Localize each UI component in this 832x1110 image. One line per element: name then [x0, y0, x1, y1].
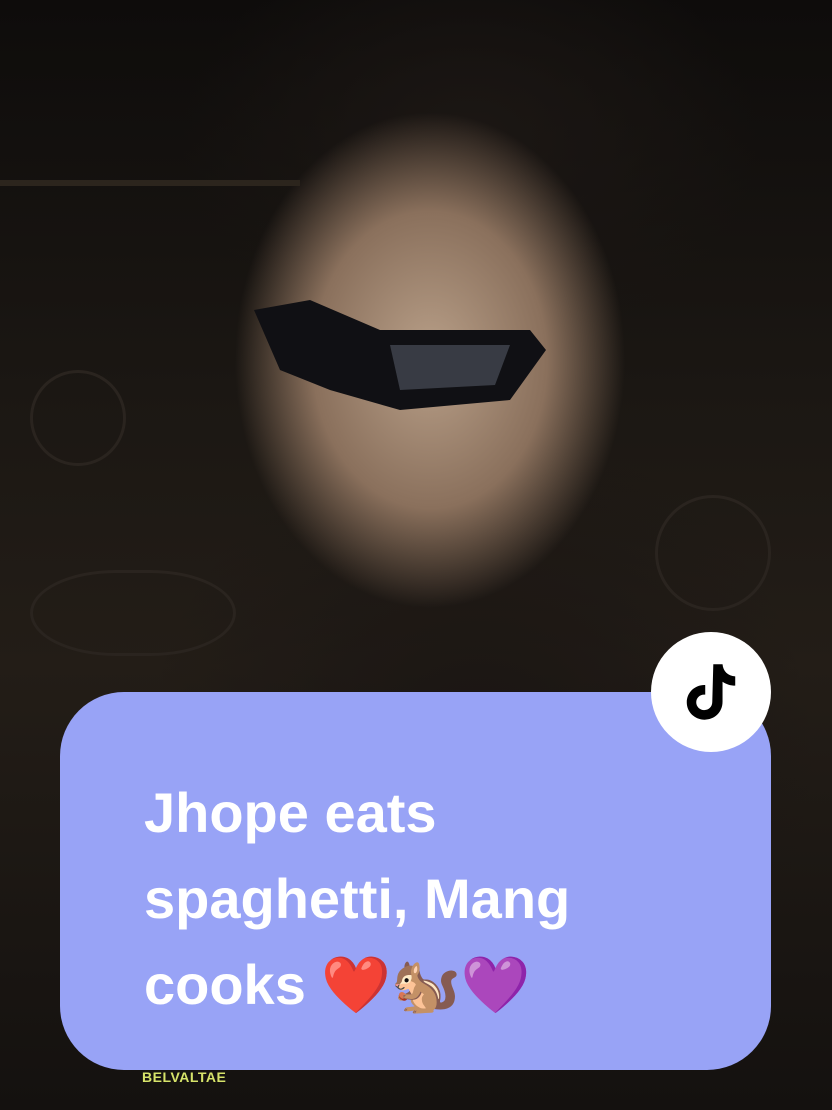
kitchen-shelf [0, 180, 300, 186]
hanging-pan [655, 495, 771, 611]
hanging-pan [30, 370, 126, 466]
bowl [30, 570, 236, 656]
sunglasses [254, 300, 546, 410]
watermark-text: BELVALTAE [142, 1069, 227, 1085]
tiktok-badge[interactable] [651, 632, 771, 752]
tiktok-logo-icon [686, 664, 736, 720]
caption-text: Jhope eats spaghetti, Mang cooks ❤️🐿️💜 [144, 781, 571, 1016]
